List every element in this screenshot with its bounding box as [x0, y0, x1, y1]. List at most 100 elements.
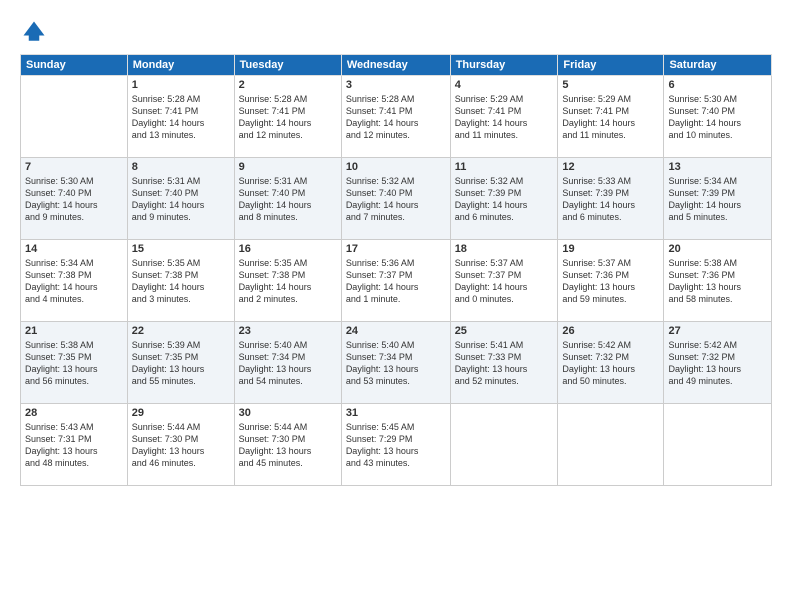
day-info: Sunrise: 5:30 AM Sunset: 7:40 PM Dayligh…	[668, 93, 767, 142]
day-number: 24	[346, 325, 446, 337]
day-info: Sunrise: 5:28 AM Sunset: 7:41 PM Dayligh…	[132, 93, 230, 142]
calendar-cell: 14Sunrise: 5:34 AM Sunset: 7:38 PM Dayli…	[21, 240, 128, 322]
calendar-cell	[450, 404, 558, 486]
day-number: 4	[455, 79, 554, 91]
calendar-cell: 30 Sunrise: 5:44 AM Sunset: 7:30 PM Dayli…	[234, 404, 341, 486]
calendar-cell: 6 Sunrise: 5:30 AM Sunset: 7:40 PM Daylig…	[664, 76, 772, 158]
calendar-cell: 12 Sunrise: 5:33 AM Sunset: 7:39 PM Dayli…	[558, 158, 664, 240]
day-number: 16	[239, 243, 337, 255]
day-number: 7	[25, 161, 123, 173]
calendar-cell: 23Sunrise: 5:40 AM Sunset: 7:34 PM Dayli…	[234, 322, 341, 404]
day-info: Sunrise: 5:42 AM Sunset: 7:32 PM Dayligh…	[562, 339, 659, 388]
day-number: 5	[562, 79, 659, 91]
day-number: 26	[562, 325, 659, 337]
day-info: Sunrise: 5:41 AM Sunset: 7:33 PM Dayligh…	[455, 339, 554, 388]
day-info: Sunrise: 5:36 AM Sunset: 7:37 PM Dayligh…	[346, 257, 446, 306]
day-number: 15	[132, 243, 230, 255]
calendar-cell: 18Sunrise: 5:37 AM Sunset: 7:37 PM Dayli…	[450, 240, 558, 322]
day-info: Sunrise: 5:39 AM Sunset: 7:35 PM Dayligh…	[132, 339, 230, 388]
day-info: Sunrise: 5:32 AM Sunset: 7:40 PM Dayligh…	[346, 175, 446, 224]
col-header-friday: Friday	[558, 55, 664, 76]
calendar-cell: 1 Sunrise: 5:28 AM Sunset: 7:41 PM Daylig…	[127, 76, 234, 158]
day-number: 27	[668, 325, 767, 337]
day-info: Sunrise: 5:40 AM Sunset: 7:34 PM Dayligh…	[346, 339, 446, 388]
col-header-tuesday: Tuesday	[234, 55, 341, 76]
calendar-cell: 9 Sunrise: 5:31 AM Sunset: 7:40 PM Daylig…	[234, 158, 341, 240]
day-number: 21	[25, 325, 123, 337]
week-row-4: 28 Sunrise: 5:43 AM Sunset: 7:31 PM Dayli…	[21, 404, 772, 486]
day-info: Sunrise: 5:31 AM Sunset: 7:40 PM Dayligh…	[239, 175, 337, 224]
calendar-cell: 5 Sunrise: 5:29 AM Sunset: 7:41 PM Daylig…	[558, 76, 664, 158]
day-info: Sunrise: 5:30 AM Sunset: 7:40 PM Dayligh…	[25, 175, 123, 224]
day-info: Sunrise: 5:28 AM Sunset: 7:41 PM Dayligh…	[239, 93, 337, 142]
day-number: 29	[132, 407, 230, 419]
calendar-cell: 31 Sunrise: 5:45 AM Sunset: 7:29 PM Dayli…	[341, 404, 450, 486]
calendar-header-row: SundayMondayTuesdayWednesdayThursdayFrid…	[21, 55, 772, 76]
calendar-cell: 19 Sunrise: 5:37 AM Sunset: 7:36 PM Dayli…	[558, 240, 664, 322]
day-number: 19	[562, 243, 659, 255]
day-number: 28	[25, 407, 123, 419]
calendar-cell: 13 Sunrise: 5:34 AM Sunset: 7:39 PM Dayli…	[664, 158, 772, 240]
calendar-cell: 21 Sunrise: 5:38 AM Sunset: 7:35 PM Dayli…	[21, 322, 128, 404]
week-row-2: 14Sunrise: 5:34 AM Sunset: 7:38 PM Dayli…	[21, 240, 772, 322]
calendar-cell: 24 Sunrise: 5:40 AM Sunset: 7:34 PM Dayli…	[341, 322, 450, 404]
day-number: 20	[668, 243, 767, 255]
calendar-cell: 4Sunrise: 5:29 AM Sunset: 7:41 PM Daylig…	[450, 76, 558, 158]
logo-icon	[20, 18, 48, 46]
calendar-cell: 3 Sunrise: 5:28 AM Sunset: 7:41 PM Daylig…	[341, 76, 450, 158]
day-number: 10	[346, 161, 446, 173]
week-row-0: 1 Sunrise: 5:28 AM Sunset: 7:41 PM Daylig…	[21, 76, 772, 158]
col-header-monday: Monday	[127, 55, 234, 76]
day-number: 14	[25, 243, 123, 255]
day-info: Sunrise: 5:43 AM Sunset: 7:31 PM Dayligh…	[25, 421, 123, 470]
day-number: 11	[455, 161, 554, 173]
calendar-cell: 20Sunrise: 5:38 AM Sunset: 7:36 PM Dayli…	[664, 240, 772, 322]
day-number: 12	[562, 161, 659, 173]
calendar-cell: 25 Sunrise: 5:41 AM Sunset: 7:33 PM Dayli…	[450, 322, 558, 404]
calendar-cell: 16 Sunrise: 5:35 AM Sunset: 7:38 PM Dayli…	[234, 240, 341, 322]
page: SundayMondayTuesdayWednesdayThursdayFrid…	[0, 0, 792, 612]
week-row-1: 7 Sunrise: 5:30 AM Sunset: 7:40 PM Daylig…	[21, 158, 772, 240]
day-info: Sunrise: 5:45 AM Sunset: 7:29 PM Dayligh…	[346, 421, 446, 470]
calendar-cell: 2Sunrise: 5:28 AM Sunset: 7:41 PM Daylig…	[234, 76, 341, 158]
calendar-cell: 11 Sunrise: 5:32 AM Sunset: 7:39 PM Dayli…	[450, 158, 558, 240]
calendar-cell: 22 Sunrise: 5:39 AM Sunset: 7:35 PM Dayli…	[127, 322, 234, 404]
day-number: 30	[239, 407, 337, 419]
day-number: 17	[346, 243, 446, 255]
day-info: Sunrise: 5:29 AM Sunset: 7:41 PM Dayligh…	[562, 93, 659, 142]
logo	[20, 18, 52, 46]
day-number: 1	[132, 79, 230, 91]
day-number: 9	[239, 161, 337, 173]
day-number: 31	[346, 407, 446, 419]
day-info: Sunrise: 5:34 AM Sunset: 7:39 PM Dayligh…	[668, 175, 767, 224]
day-number: 25	[455, 325, 554, 337]
col-header-thursday: Thursday	[450, 55, 558, 76]
day-number: 6	[668, 79, 767, 91]
day-info: Sunrise: 5:28 AM Sunset: 7:41 PM Dayligh…	[346, 93, 446, 142]
col-header-saturday: Saturday	[664, 55, 772, 76]
calendar-cell: 15Sunrise: 5:35 AM Sunset: 7:38 PM Dayli…	[127, 240, 234, 322]
day-number: 3	[346, 79, 446, 91]
calendar-cell: 29 Sunrise: 5:44 AM Sunset: 7:30 PM Dayli…	[127, 404, 234, 486]
day-info: Sunrise: 5:44 AM Sunset: 7:30 PM Dayligh…	[239, 421, 337, 470]
calendar-table: SundayMondayTuesdayWednesdayThursdayFrid…	[20, 54, 772, 486]
day-info: Sunrise: 5:44 AM Sunset: 7:30 PM Dayligh…	[132, 421, 230, 470]
day-info: Sunrise: 5:32 AM Sunset: 7:39 PM Dayligh…	[455, 175, 554, 224]
day-info: Sunrise: 5:40 AM Sunset: 7:34 PM Dayligh…	[239, 339, 337, 388]
day-info: Sunrise: 5:37 AM Sunset: 7:36 PM Dayligh…	[562, 257, 659, 306]
calendar-cell	[664, 404, 772, 486]
day-info: Sunrise: 5:38 AM Sunset: 7:35 PM Dayligh…	[25, 339, 123, 388]
day-info: Sunrise: 5:31 AM Sunset: 7:40 PM Dayligh…	[132, 175, 230, 224]
col-header-wednesday: Wednesday	[341, 55, 450, 76]
calendar-cell: 8Sunrise: 5:31 AM Sunset: 7:40 PM Daylig…	[127, 158, 234, 240]
day-info: Sunrise: 5:42 AM Sunset: 7:32 PM Dayligh…	[668, 339, 767, 388]
calendar-cell: 27 Sunrise: 5:42 AM Sunset: 7:32 PM Dayli…	[664, 322, 772, 404]
day-info: Sunrise: 5:33 AM Sunset: 7:39 PM Dayligh…	[562, 175, 659, 224]
week-row-3: 21 Sunrise: 5:38 AM Sunset: 7:35 PM Dayli…	[21, 322, 772, 404]
calendar-cell: 26 Sunrise: 5:42 AM Sunset: 7:32 PM Dayli…	[558, 322, 664, 404]
calendar-cell: 7 Sunrise: 5:30 AM Sunset: 7:40 PM Daylig…	[21, 158, 128, 240]
day-info: Sunrise: 5:35 AM Sunset: 7:38 PM Dayligh…	[239, 257, 337, 306]
calendar-cell: 28 Sunrise: 5:43 AM Sunset: 7:31 PM Dayli…	[21, 404, 128, 486]
day-number: 13	[668, 161, 767, 173]
day-number: 22	[132, 325, 230, 337]
